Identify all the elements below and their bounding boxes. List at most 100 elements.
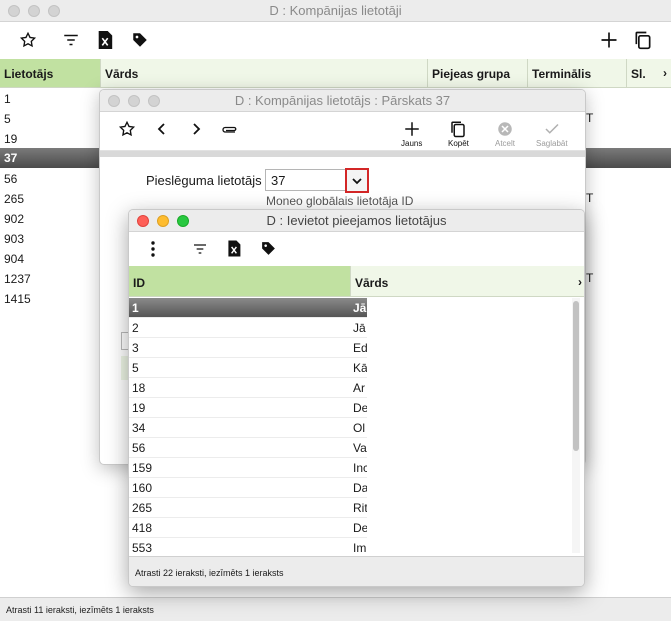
copy-button[interactable]: Kopēt	[448, 120, 469, 148]
minimize-button[interactable]	[157, 215, 169, 227]
col-terminalis[interactable]: Terminālis	[528, 59, 627, 87]
close-button[interactable]	[8, 5, 20, 17]
id-cell: 418	[132, 521, 153, 535]
id-cell: 56	[132, 441, 146, 455]
list-item[interactable]: 265 Rit	[129, 498, 367, 518]
name-cell: Da	[353, 481, 367, 495]
zoom-button[interactable]	[48, 5, 60, 17]
list-item[interactable]: 19 De	[129, 398, 367, 418]
scrollbar-thumb[interactable]	[573, 301, 579, 451]
cancel-label: Atcelt	[495, 139, 516, 148]
col-piejeas-grupa[interactable]: Piejeas grupa	[428, 59, 528, 87]
id-cell: 1	[132, 301, 139, 315]
name-cell: Jā	[353, 321, 366, 335]
star-icon[interactable]	[19, 31, 37, 49]
new-label: Jauns	[401, 139, 423, 148]
list-item[interactable]: 160 Da	[129, 478, 367, 498]
chevron-right-icon[interactable]: ›	[578, 275, 582, 289]
minimize-button[interactable]	[28, 5, 40, 17]
chevron-right-icon[interactable]	[189, 121, 203, 137]
more-icon[interactable]	[150, 240, 156, 258]
dropdown-button[interactable]	[345, 168, 369, 193]
zoom-button[interactable]	[177, 215, 189, 227]
zoom-button[interactable]	[148, 95, 160, 107]
tag-icon[interactable]	[131, 31, 149, 49]
name-cell: De	[353, 521, 367, 535]
name-cell: Ol	[353, 421, 365, 435]
chevron-down-icon	[352, 177, 362, 184]
cancel-button[interactable]: Atcelt	[495, 120, 515, 148]
name-cell: Kā	[353, 361, 367, 375]
col-sl-label: Sl.	[631, 67, 646, 81]
id-cell: 160	[132, 481, 153, 495]
col-vards-label: Vārds	[355, 276, 389, 290]
list-item[interactable]: 418 De	[129, 518, 367, 538]
col-vards[interactable]: Vārds	[101, 59, 428, 87]
copy-icon[interactable]	[633, 30, 653, 50]
list-item[interactable]: 34 Ol	[129, 418, 367, 438]
name-cell: Ar	[353, 381, 365, 395]
id-cell: 34	[132, 421, 146, 435]
overview-titlebar: D : Kompānijas lietotājs : Pārskats 37	[100, 90, 585, 112]
save-label: Saglabāt	[536, 139, 568, 148]
list-item[interactable]: 5 Kā	[129, 358, 367, 378]
filter-icon[interactable]	[62, 31, 80, 49]
close-button[interactable]	[108, 95, 120, 107]
window-controls	[108, 95, 160, 107]
scrollbar[interactable]	[572, 298, 580, 553]
excel-icon[interactable]	[96, 30, 114, 50]
add-icon[interactable]	[599, 30, 619, 50]
minimize-button[interactable]	[128, 95, 140, 107]
main-status-bar: Atrasti 11 ieraksti, iezīmēts 1 ieraksts	[0, 597, 671, 621]
lookup-grid-header: ID Vārds ›	[129, 266, 584, 297]
lookup-window: D : Ievietot pieejamos lietotājus ID Vār…	[128, 209, 585, 587]
filter-icon[interactable]	[192, 241, 208, 257]
main-grid-header: Lietotājs Vārds Piejeas grupa Terminālis…	[0, 59, 671, 88]
window-title: D : Kompānijas lietotājs : Pārskats 37	[234, 93, 451, 108]
list-item[interactable]: 553 Im	[129, 538, 367, 558]
window-controls	[8, 5, 60, 17]
attachment-icon[interactable]	[220, 121, 238, 137]
lookup-status-bar: Atrasti 22 ieraksti, iezīmēts 1 ieraksts	[129, 556, 584, 586]
col-lietotajs[interactable]: Lietotājs	[0, 59, 101, 87]
user-id-field[interactable]: 37	[265, 169, 347, 191]
id-cell: 553	[132, 541, 153, 555]
window-title: D : Ievietot pieejamos lietotājus	[266, 213, 447, 228]
save-button[interactable]: Saglabāt	[536, 120, 568, 148]
excel-icon[interactable]	[226, 239, 242, 258]
id-cell: 19	[132, 401, 146, 415]
new-button[interactable]: Jauns	[401, 120, 422, 148]
close-button[interactable]	[137, 215, 149, 227]
id-cell: 159	[132, 461, 153, 475]
id-cell: 265	[132, 501, 153, 515]
divider	[100, 151, 585, 157]
terminal-cell-partial: T	[586, 111, 594, 125]
id-cell: 2	[132, 321, 139, 335]
id-cell: 5	[132, 361, 139, 375]
terminal-cell-partial: T	[586, 191, 594, 205]
chevron-right-icon[interactable]: ›	[663, 66, 667, 80]
list-item[interactable]: 18 Ar	[129, 378, 367, 398]
terminal-cell-partial: T	[586, 271, 594, 285]
window-title: D : Kompānijas lietotāji	[269, 3, 402, 18]
copy-label: Kopēt	[448, 139, 469, 148]
main-titlebar: D : Kompānijas lietotāji	[0, 0, 671, 22]
field-hint: Moneo globālais lietotāja ID	[266, 194, 414, 208]
star-icon[interactable]	[118, 120, 136, 138]
col-sl[interactable]: Sl. ›	[627, 59, 671, 87]
list-item[interactable]: 159 Inc	[129, 458, 367, 478]
tag-icon[interactable]	[260, 240, 277, 257]
name-cell: De	[353, 401, 367, 415]
list-item[interactable]: 2 Jā	[129, 318, 367, 338]
window-controls	[137, 215, 189, 227]
name-cell: Im	[353, 541, 367, 555]
list-item[interactable]: 56 Va	[129, 438, 367, 458]
col-id[interactable]: ID	[129, 266, 351, 296]
name-cell: Jā	[353, 301, 367, 315]
chevron-left-icon[interactable]	[155, 121, 169, 137]
name-cell: Ed	[353, 341, 367, 355]
col-vards[interactable]: Vārds ›	[351, 266, 584, 296]
list-item[interactable]: 3 Ed	[129, 338, 367, 358]
list-item-selected[interactable]: 1 Jā	[129, 298, 367, 318]
id-cell: 3	[132, 341, 139, 355]
